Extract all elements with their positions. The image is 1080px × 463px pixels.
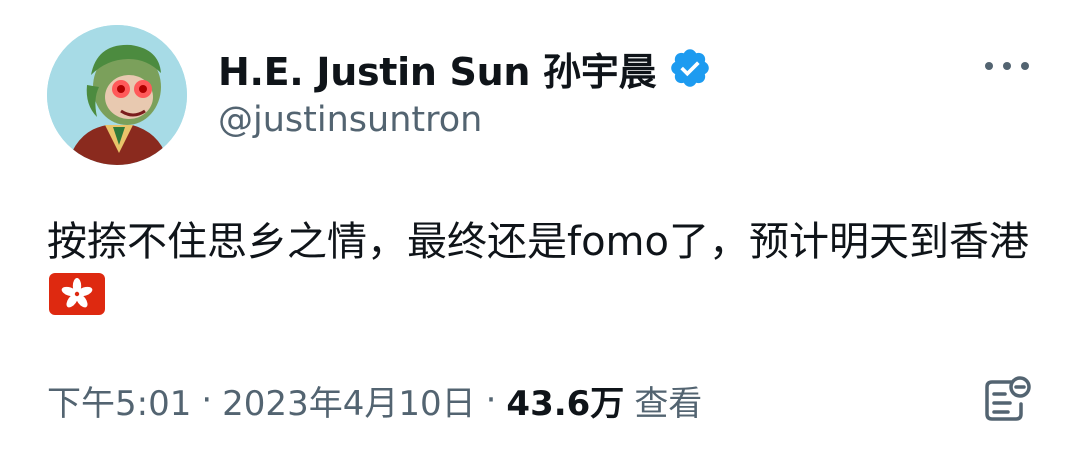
tweet-time[interactable]: 下午5:01: [47, 376, 191, 425]
more-dot: [985, 62, 993, 70]
meta-separator: ·: [201, 380, 213, 420]
meta-separator: ·: [485, 380, 497, 420]
notes-icon[interactable]: [980, 374, 1032, 426]
tweet-body: 按捺不住思乡之情，最终还是fomo了，预计明天到香港: [47, 219, 1029, 265]
views-label: 查看: [634, 383, 703, 424]
tweet-date[interactable]: 2023年4月10日: [222, 376, 475, 425]
more-options-icon[interactable]: [985, 60, 1029, 72]
avatar-image: [47, 25, 187, 165]
views-count[interactable]: 43.6万: [506, 376, 624, 425]
hong-kong-flag-icon: [49, 273, 105, 315]
verified-badge-icon: [671, 49, 709, 87]
more-dot: [1021, 62, 1029, 70]
tweet-text: 按捺不住思乡之情，最终还是fomo了，预计明天到香港: [47, 215, 1047, 323]
tweet-meta: 下午5:01 · 2023年4月10日 · 43.6万 查看: [47, 372, 702, 428]
avatar[interactable]: [47, 25, 187, 165]
author-name-row: H.E. Justin Sun 孙宇晨: [218, 40, 712, 96]
more-dot: [1003, 62, 1011, 70]
author-handle[interactable]: @justinsuntron: [218, 100, 482, 140]
author-display-name[interactable]: H.E. Justin Sun 孙宇晨: [218, 41, 656, 96]
